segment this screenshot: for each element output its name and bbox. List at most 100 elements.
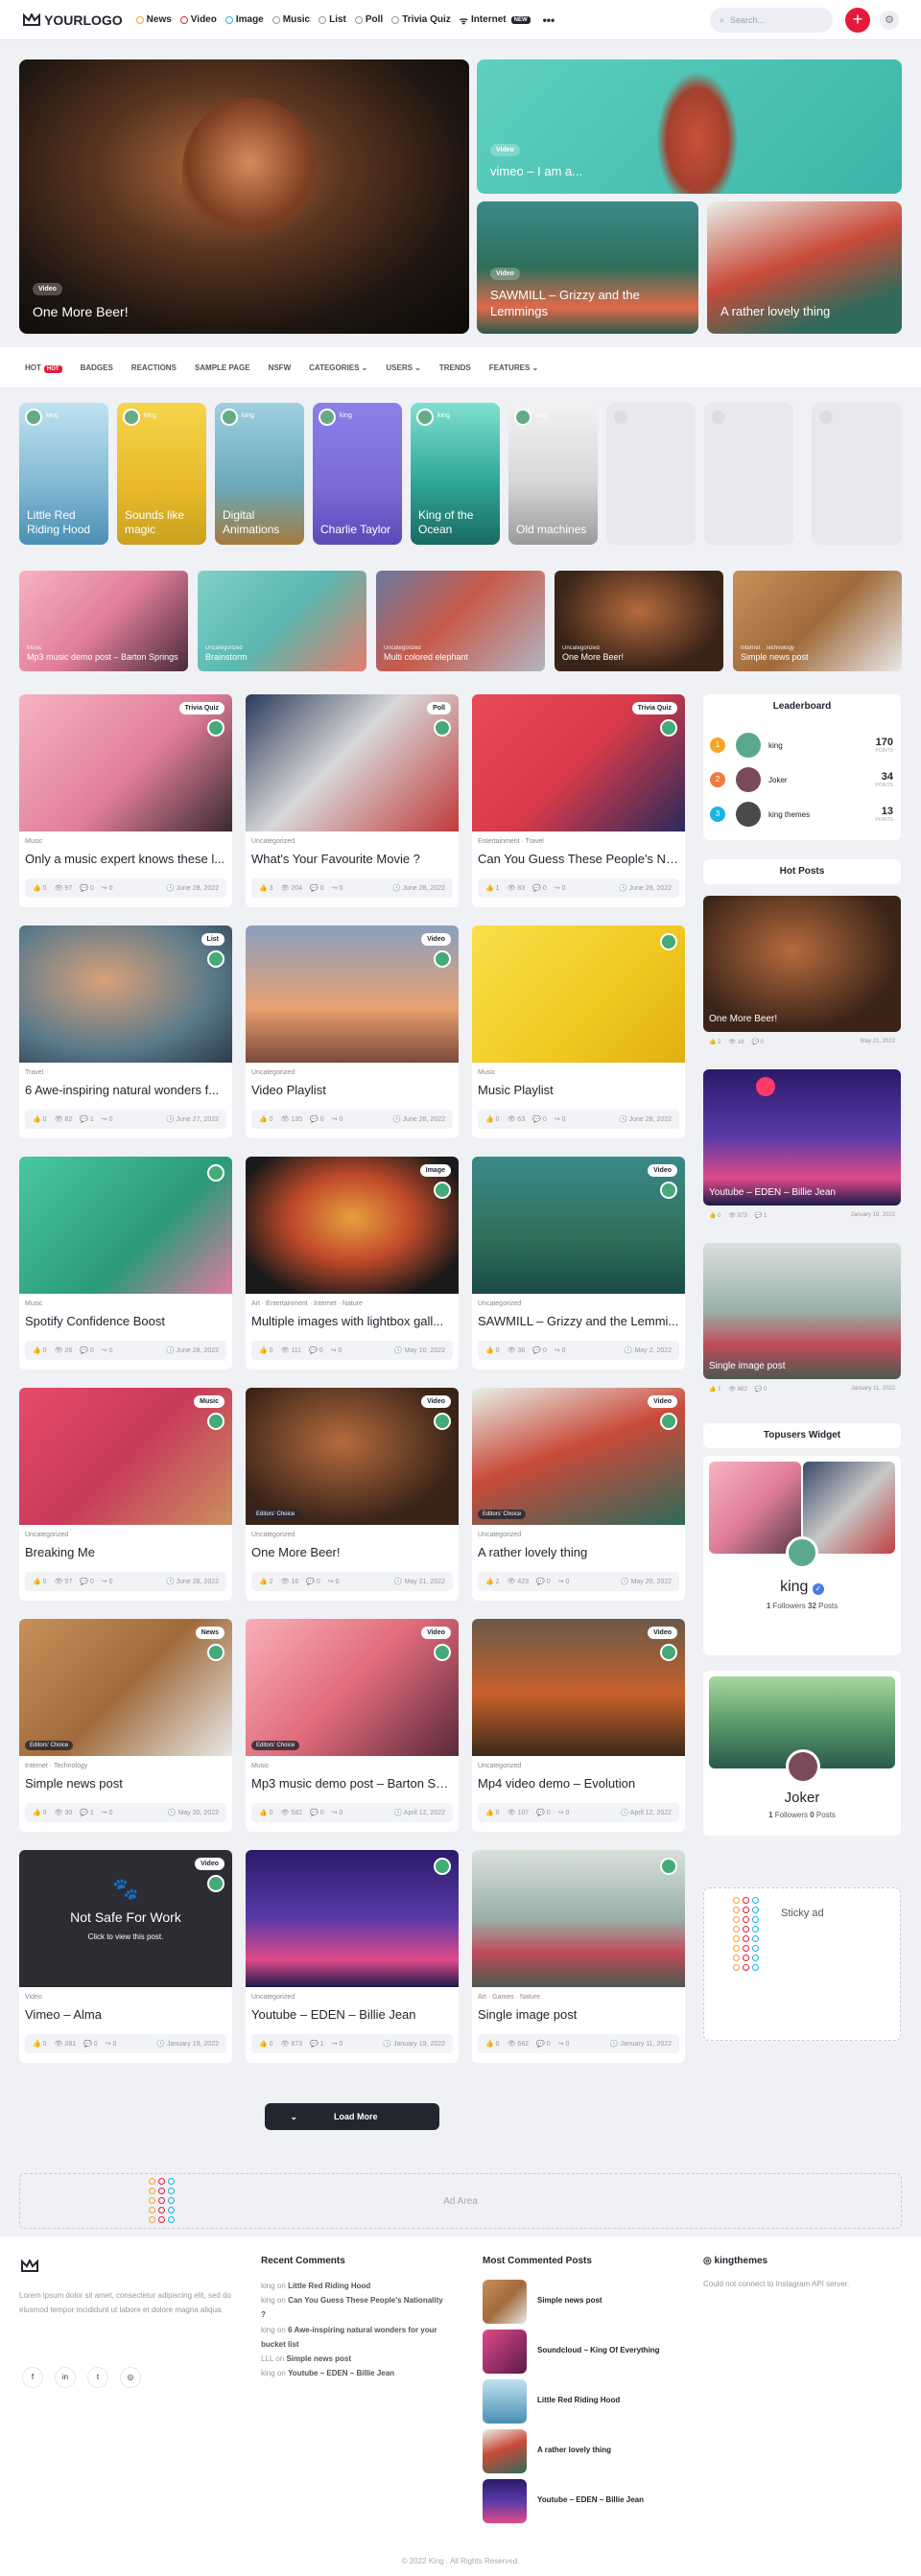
author-avatar[interactable] xyxy=(207,1164,224,1182)
load-more-button[interactable]: ⌄ Load More xyxy=(265,2103,439,2130)
hot-post[interactable]: One More Beer! xyxy=(703,896,901,1032)
nav-video[interactable]: Video xyxy=(179,14,217,25)
subnav-hot[interactable]: HOT HOT xyxy=(25,363,62,373)
post-categories[interactable]: Uncategorized xyxy=(478,1532,521,1538)
share-icon[interactable]: ↪ 0 xyxy=(555,1115,566,1123)
author-avatar[interactable] xyxy=(660,1413,677,1430)
comment-icon[interactable]: 💬 0 xyxy=(536,1578,551,1585)
share-icon[interactable]: ↪ 0 xyxy=(558,2040,570,2048)
recent-comment[interactable]: king on Can You Guess These People's Nat… xyxy=(261,2293,443,2322)
post-categories[interactable]: Internet · Technology xyxy=(25,1763,87,1769)
post-card[interactable]: Video Uncategorized Mp4 video demo – Evolu… xyxy=(472,1619,685,1832)
like-icon[interactable]: 👍 0 xyxy=(485,1347,500,1354)
recent-comment[interactable]: king on Youtube – EDEN – Billie Jean xyxy=(261,2366,443,2380)
comment-icon[interactable]: 💬 1 xyxy=(310,2040,324,2048)
recent-comment[interactable]: king on 6 Awe-inspiring natural wonders … xyxy=(261,2323,443,2352)
recent-comment[interactable]: king on Little Red Riding Hood xyxy=(261,2279,443,2293)
post-card[interactable]: List Travel 6 Awe-inspiring natural wonder… xyxy=(19,925,232,1138)
post-image[interactable] xyxy=(246,1850,459,1987)
leader-name[interactable]: Joker xyxy=(768,776,788,785)
like-icon[interactable]: 👍 0 xyxy=(485,1809,500,1816)
post-card[interactable]: Video Uncategorized SAWMILL – Grizzy and t… xyxy=(472,1157,685,1370)
comment-icon[interactable]: 💬 0 xyxy=(80,884,94,892)
post-categories[interactable]: Music xyxy=(251,1763,269,1769)
share-icon[interactable]: ↪ 0 xyxy=(332,1115,343,1123)
leader-row[interactable]: 3 king themes 13 POINTS xyxy=(707,800,897,829)
post-title[interactable]: Can You Guess These People's Na... xyxy=(478,852,679,866)
post-card[interactable]: Music Uncategorized Breaking Me 👍 0 👁 57 💬 0 ↪… xyxy=(19,1388,232,1601)
search-box[interactable]: ⌕ Search... xyxy=(710,8,833,33)
post-card[interactable]: Art · Games · Nature Single image post 👍 0… xyxy=(472,1850,685,2063)
post-title[interactable]: Mp4 video demo – Evolution xyxy=(478,1776,679,1791)
most-commented-item[interactable]: Soundcloud – King Of Everything xyxy=(537,2346,660,2354)
nav-list[interactable]: List xyxy=(319,14,346,25)
category-tile[interactable]: Uncategorized One More Beer! xyxy=(555,571,723,671)
story-card[interactable]: king Little Red Riding Hood xyxy=(19,403,108,545)
leader-row[interactable]: 2 Joker 34 POINTS xyxy=(707,765,897,794)
like-icon[interactable]: 👍 0 xyxy=(33,1347,47,1354)
share-icon[interactable]: ↪ 0 xyxy=(102,1578,113,1585)
nav-trivia-quiz[interactable]: Trivia Quiz xyxy=(391,14,451,25)
post-categories[interactable]: Music xyxy=(25,1300,42,1307)
post-categories[interactable]: Uncategorized xyxy=(478,1300,521,1307)
post-title[interactable]: What's Your Favourite Movie ? xyxy=(251,852,453,866)
author-avatar[interactable] xyxy=(434,1858,451,1875)
hero-top-right[interactable]: Video vimeo – I am a... xyxy=(477,59,902,194)
subnav-nsfw[interactable]: NSFW xyxy=(269,363,292,372)
share-icon[interactable]: ↪ 0 xyxy=(106,2040,117,2048)
comment-icon[interactable]: 💬 0 xyxy=(536,1809,551,1816)
settings-button[interactable]: ⚙ xyxy=(880,11,899,30)
linkedin-icon[interactable]: in xyxy=(55,2367,76,2388)
post-title[interactable]: SAWMILL – Grizzy and the Lemmi... xyxy=(478,1314,679,1328)
author-avatar[interactable] xyxy=(434,950,451,968)
post-categories[interactable]: Video xyxy=(25,1994,42,2001)
author-avatar[interactable] xyxy=(660,1644,677,1661)
comment-icon[interactable]: 💬 0 xyxy=(306,1578,320,1585)
post-categories[interactable]: Art · Entertainment · Internet · Nature xyxy=(251,1300,363,1307)
create-post-button[interactable]: + xyxy=(845,8,870,33)
post-image[interactable] xyxy=(19,1388,232,1525)
author-avatar[interactable] xyxy=(660,933,677,950)
hot-post[interactable]: Youtube – EDEN – Billie Jean xyxy=(703,1069,901,1206)
category-tile[interactable]: Uncategorized Multi colored elephant xyxy=(376,571,545,671)
post-thumb[interactable] xyxy=(483,2330,527,2374)
like-icon[interactable]: 👍 0 xyxy=(33,2040,47,2048)
post-title[interactable]: Multiple images with lightbox gall... xyxy=(251,1314,453,1328)
post-categories[interactable]: Travel xyxy=(25,1069,43,1076)
author-avatar[interactable] xyxy=(434,1644,451,1661)
comment-icon[interactable]: 💬 0 xyxy=(80,1578,94,1585)
hero-bottom-middle[interactable]: Video SAWMILL – Grizzy and the Lemmings xyxy=(477,201,698,334)
comment-icon[interactable]: 💬 0 xyxy=(532,884,547,892)
post-title[interactable]: 6 Awe-inspiring natural wonders f... xyxy=(25,1083,226,1097)
post-categories[interactable]: Music xyxy=(25,838,42,845)
comment-icon[interactable]: 💬 0 xyxy=(80,1347,94,1354)
share-icon[interactable]: ↪ 0 xyxy=(331,1347,342,1354)
hero-main[interactable]: Video One More Beer! xyxy=(19,59,469,334)
like-icon[interactable]: 👍 2 xyxy=(485,1578,500,1585)
share-icon[interactable]: ↪ 0 xyxy=(558,1578,570,1585)
hero-bottom-right[interactable]: A rather lovely thing xyxy=(707,201,902,334)
leader-name[interactable]: king themes xyxy=(768,810,810,819)
post-image[interactable] xyxy=(472,694,685,831)
like-icon[interactable]: 👍 0 xyxy=(485,1115,500,1123)
post-card[interactable]: Video Editors' Choice Uncategorized A rathe… xyxy=(472,1388,685,1601)
site-logo[interactable]: YOURLOGO xyxy=(23,12,123,28)
more-menu-button[interactable]: ••• xyxy=(543,13,555,27)
subnav-categories[interactable]: CATEGORIES ⌄ xyxy=(309,363,367,372)
post-card[interactable]: Video Uncategorized Video Playlist 👍 0 👁 135… xyxy=(246,925,459,1138)
post-thumb[interactable] xyxy=(483,2479,527,2523)
topuser-card[interactable]: king ✓ 1 Followers 32 Posts xyxy=(703,1456,901,1655)
category-tile[interactable]: Internet · Technology Simple news post xyxy=(733,571,902,671)
post-image[interactable] xyxy=(19,925,232,1063)
author-avatar[interactable] xyxy=(207,1875,224,1892)
facebook-icon[interactable]: f xyxy=(22,2367,43,2388)
like-icon[interactable]: 👍 0 xyxy=(33,1809,47,1816)
nav-music[interactable]: Music xyxy=(272,14,310,25)
post-card[interactable]: Image Art · Entertainment · Internet · Na… xyxy=(246,1157,459,1370)
post-image[interactable] xyxy=(246,694,459,831)
share-icon[interactable]: ↪ 0 xyxy=(328,1578,340,1585)
like-icon[interactable]: 👍 0 xyxy=(33,1115,47,1123)
post-title[interactable]: Music Playlist xyxy=(478,1083,679,1097)
most-commented-item[interactable]: A rather lovely thing xyxy=(537,2446,611,2454)
category-tile[interactable]: Uncategorized Brainstorm xyxy=(198,571,366,671)
